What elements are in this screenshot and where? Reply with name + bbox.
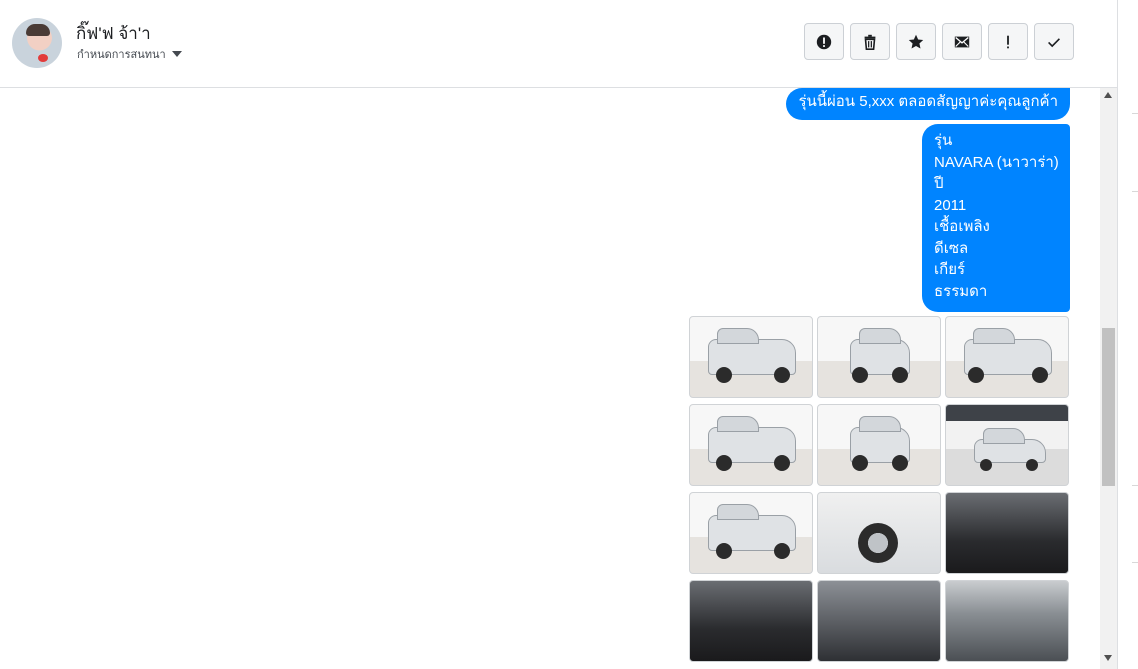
wheel <box>858 523 898 563</box>
checkmark-icon <box>1048 37 1060 47</box>
message-line: 2011 <box>934 196 967 214</box>
message-list: รุ่นนี้ผ่อน 5,xxx ตลอดสัญญาค่ะคุณลูกค้า … <box>0 88 1100 669</box>
wheel <box>774 455 790 471</box>
divider <box>1132 113 1138 114</box>
wheel <box>892 367 908 383</box>
wheel <box>716 543 732 559</box>
spam-button[interactable] <box>988 23 1028 60</box>
star-icon <box>908 34 924 48</box>
divider <box>1132 485 1138 486</box>
divider <box>1132 562 1138 563</box>
message-line: ปี <box>934 175 944 192</box>
photo-thumbnail[interactable] <box>817 492 941 574</box>
photo-thumbnail[interactable] <box>817 404 941 486</box>
done-button[interactable] <box>1034 23 1074 60</box>
message-line: ดีเซล <box>934 239 969 257</box>
message-bubble[interactable]: รุ่นนี้ผ่อน 5,xxx ตลอดสัญญาค่ะคุณลูกค้า <box>786 88 1070 120</box>
photo-thumbnail[interactable] <box>945 404 1069 486</box>
report-button[interactable] <box>804 23 844 60</box>
trash-icon <box>864 34 876 50</box>
scroll-up-arrow-icon[interactable] <box>1104 92 1112 98</box>
photo-thumbnail[interactable] <box>689 316 813 398</box>
wheel <box>968 367 984 383</box>
alert-circle-icon <box>816 34 832 49</box>
photo-thumbnail[interactable] <box>689 580 813 662</box>
conversation-header: กิ๊ฟ'ฟ จ้า'า กำหนดการสนทนา <box>0 0 1117 88</box>
avatar[interactable] <box>12 18 62 68</box>
scrollbar-thumb[interactable] <box>1102 328 1115 486</box>
message-line: NAVARA (นาวาร่า) <box>934 153 1059 171</box>
message-line: รุ่น <box>934 132 953 149</box>
message-bubble[interactable]: รุ่น NAVARA (นาวาร่า) ปี 2011 เชื้อเพลิง… <box>922 124 1070 312</box>
wheel <box>980 459 992 471</box>
message-line: เกียร์ <box>934 261 966 278</box>
wheel <box>852 367 868 383</box>
delete-button[interactable] <box>850 23 890 60</box>
envelope-icon <box>954 36 970 47</box>
photo-thumbnail[interactable] <box>817 580 941 662</box>
photo-thumbnail[interactable] <box>689 404 813 486</box>
wheel <box>852 455 868 471</box>
divider <box>1132 191 1138 192</box>
wheel <box>1026 459 1038 471</box>
wheel <box>716 455 732 471</box>
wheel <box>1032 367 1048 383</box>
photo-grid <box>689 316 1069 662</box>
conversation-schedule-dropdown[interactable]: กำหนดการสนทนา <box>77 45 182 63</box>
conversation-panel: กิ๊ฟ'ฟ จ้า'า กำหนดการสนทนา รุ่นนี้ผ่อน 5… <box>0 0 1118 669</box>
photo-thumbnail[interactable] <box>945 492 1069 574</box>
caret-down-icon <box>171 51 182 57</box>
photo-thumbnail[interactable] <box>945 580 1069 662</box>
schedule-label: กำหนดการสนทนา <box>77 49 166 61</box>
vertical-scrollbar[interactable] <box>1100 88 1117 669</box>
photo-thumbnail[interactable] <box>817 316 941 398</box>
wheel <box>716 367 732 383</box>
photo-thumbnail[interactable] <box>945 316 1069 398</box>
action-toolbar <box>804 23 1074 60</box>
contact-name[interactable]: กิ๊ฟ'ฟ จ้า'า <box>76 20 151 47</box>
message-line: เชื้อเพลิง <box>934 218 990 235</box>
exclamation-icon <box>1007 35 1009 48</box>
star-button[interactable] <box>896 23 936 60</box>
wheel <box>774 367 790 383</box>
photo-thumbnail[interactable] <box>689 492 813 574</box>
scroll-down-arrow-icon[interactable] <box>1104 655 1112 661</box>
avatar-lips <box>38 54 48 62</box>
wheel <box>892 455 908 471</box>
mark-unread-button[interactable] <box>942 23 982 60</box>
avatar-hair <box>26 24 50 36</box>
message-line: ธรรมดา <box>934 282 988 300</box>
wheel <box>774 543 790 559</box>
